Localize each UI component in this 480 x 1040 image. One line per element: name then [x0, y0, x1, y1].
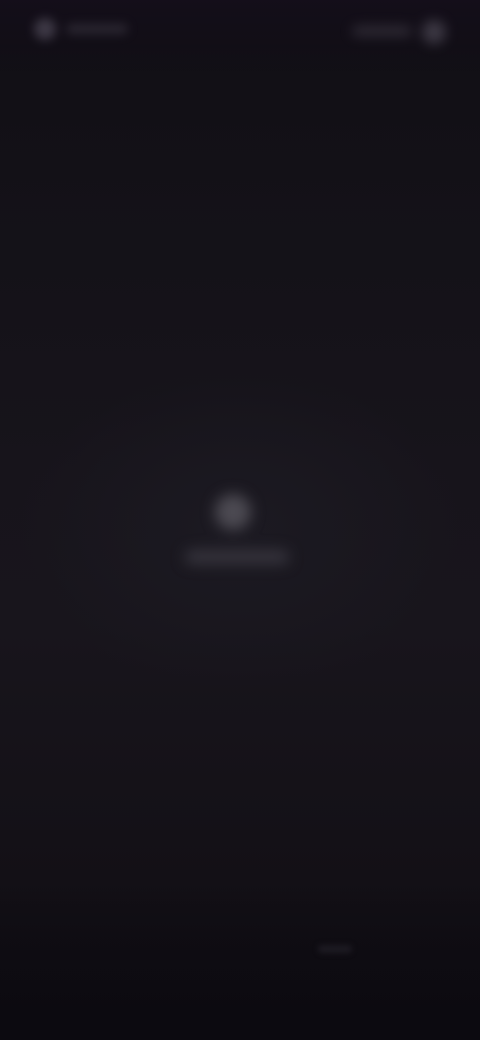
top-bar	[0, 0, 480, 70]
center-label	[185, 550, 289, 564]
bottom-hint	[318, 945, 352, 953]
center-status	[165, 470, 315, 600]
brand-name	[66, 24, 128, 34]
bottom-area	[0, 880, 480, 1040]
app-logo-icon	[34, 18, 56, 40]
profile-icon	[422, 20, 446, 44]
brand[interactable]	[26, 12, 136, 46]
app-screen	[0, 0, 480, 1040]
top-right-action[interactable]	[344, 14, 454, 50]
top-action-label	[352, 26, 412, 36]
loading-icon	[215, 494, 251, 530]
